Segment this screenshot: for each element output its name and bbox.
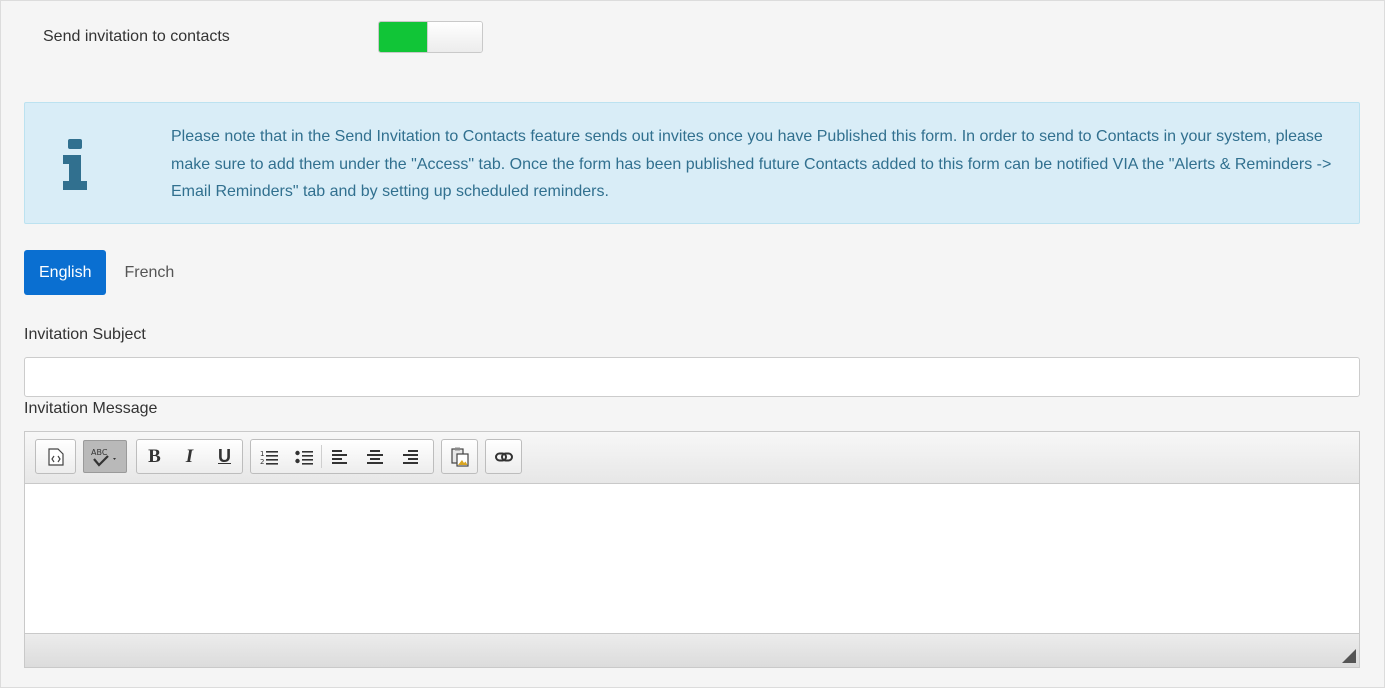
svg-text:1: 1 (260, 450, 264, 458)
invitation-message-label: Invitation Message (24, 400, 158, 417)
info-text: Please note that in the Send Invitation … (171, 128, 1332, 200)
tab-english[interactable]: English (24, 250, 107, 295)
link-icon (494, 452, 513, 461)
resize-grip-icon[interactable] (1342, 649, 1356, 663)
language-tabs: English French (24, 250, 189, 295)
settings-panel: Send invitation to contacts Please note … (0, 0, 1385, 688)
toolbar-group-link (485, 439, 522, 474)
editor-content-area[interactable] (25, 484, 1359, 635)
editor-footer (25, 633, 1359, 667)
align-right-button[interactable] (392, 440, 427, 473)
numbered-list-button[interactable]: 1 2 (251, 440, 286, 473)
tab-french[interactable]: French (106, 250, 189, 295)
align-right-icon (402, 449, 418, 464)
toolbar-group-spellcheck: ABC (83, 439, 129, 474)
send-invitation-toggle[interactable] (378, 21, 483, 53)
spellcheck-icon: ABC (91, 448, 116, 467)
align-center-icon (366, 449, 383, 464)
paste-icon (450, 447, 469, 467)
invitation-subject-input[interactable] (24, 357, 1360, 397)
svg-text:2: 2 (260, 458, 264, 465)
toolbar-group-format: B I U (136, 439, 243, 474)
bulleted-list-button[interactable] (286, 440, 321, 473)
spellcheck-button[interactable]: ABC (83, 440, 127, 473)
italic-button[interactable]: I (172, 440, 207, 473)
info-icon (63, 139, 87, 190)
align-left-button[interactable] (322, 440, 357, 473)
underline-icon: U (218, 446, 231, 466)
info-alert: Please note that in the Send Invitation … (24, 102, 1360, 224)
spellcheck-glyph: ABC (91, 448, 108, 457)
toolbar-group-paragraph: 1 2 (250, 439, 434, 474)
italic-icon: I (185, 445, 194, 467)
align-left-icon (331, 449, 347, 464)
source-icon (47, 447, 64, 466)
bold-button[interactable]: B (137, 440, 172, 473)
rich-text-editor: ABC B I U 1 2 (24, 431, 1360, 668)
toolbar-group-paste (441, 439, 478, 474)
toggle-on-indicator (379, 22, 427, 52)
bold-icon: B (148, 445, 161, 467)
bulleted-list-icon (294, 450, 313, 465)
underline-button[interactable]: U (207, 440, 242, 473)
editor-toolbar: ABC B I U 1 2 (25, 432, 1359, 484)
send-invitation-label: Send invitation to contacts (43, 28, 230, 45)
toolbar-group-source (35, 439, 76, 474)
invitation-subject-label: Invitation Subject (24, 326, 146, 343)
send-invitation-row: Send invitation to contacts (43, 19, 483, 55)
align-center-button[interactable] (357, 440, 392, 473)
toggle-knob[interactable] (427, 22, 482, 52)
link-button[interactable] (486, 440, 521, 473)
source-button[interactable] (36, 440, 75, 473)
numbered-list-icon: 1 2 (260, 450, 278, 465)
paste-button[interactable] (442, 440, 477, 473)
